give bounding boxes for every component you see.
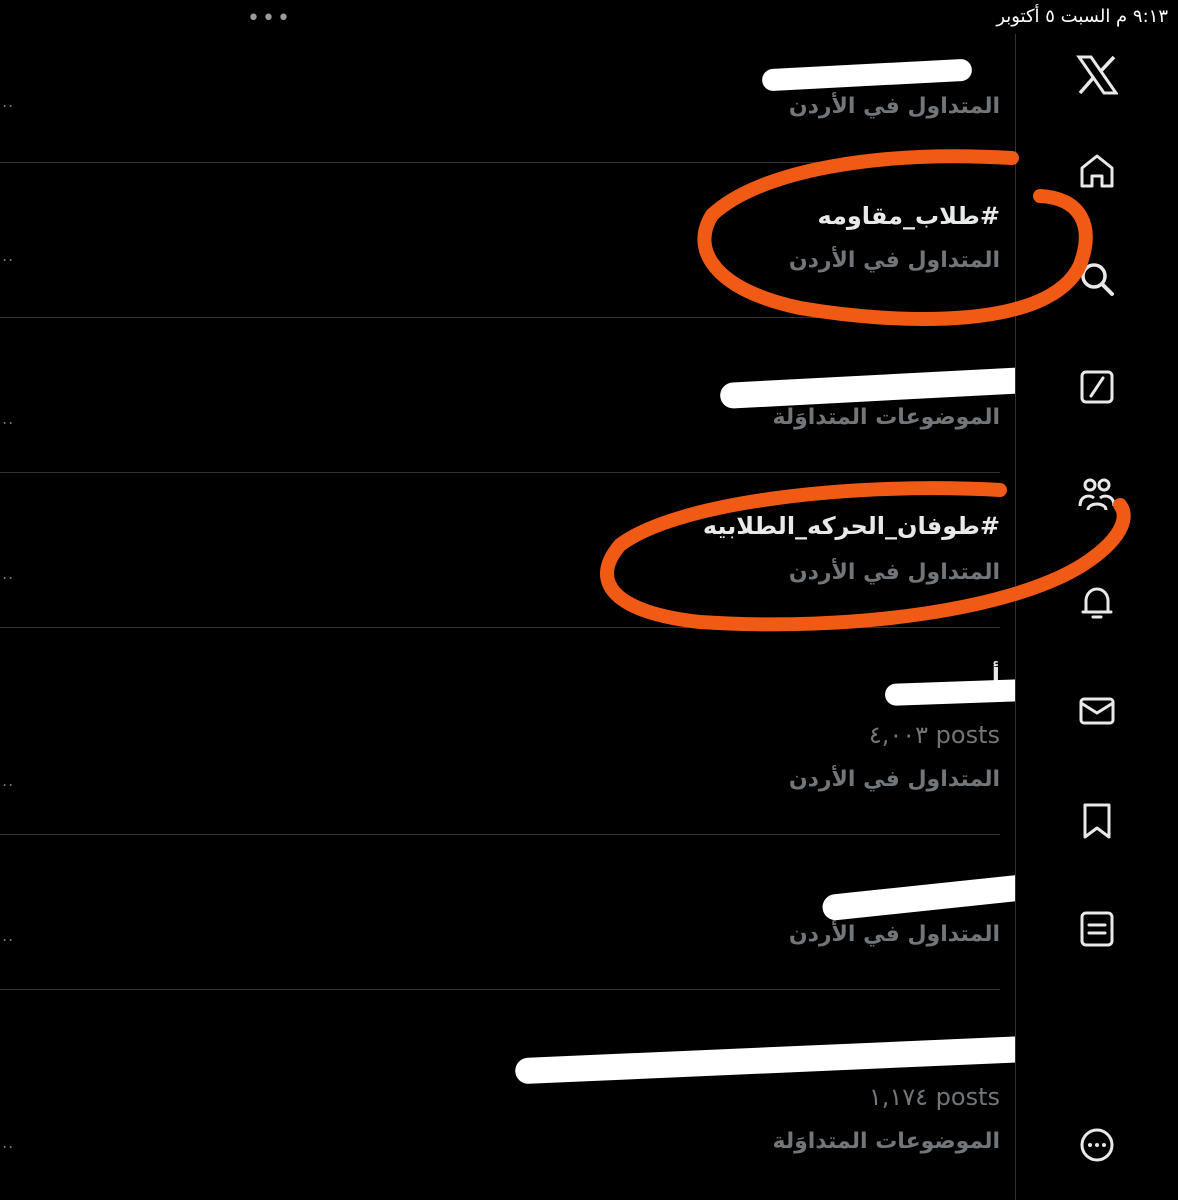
more-options-icon[interactable]: ... xyxy=(0,926,14,945)
compose-icon[interactable] xyxy=(1076,366,1118,408)
status-time-date: ٩:١٣ م السبت ٥ أكتوبر xyxy=(996,6,1168,27)
trend-item[interactable]: #طلاب_مقاومه المتداول في الأردن ... xyxy=(0,162,1000,318)
trends-feed: المتداول في الأردن ... #طلاب_مقاومه المت… xyxy=(0,34,1056,1200)
trend-item[interactable]: المتداول في الأردن ... xyxy=(0,834,1043,990)
trend-meta: المتداول في الأردن xyxy=(788,922,1000,947)
trend-item[interactable]: ١,١٧٤ posts الموضوعات المتداوَلة ... xyxy=(0,989,1036,1200)
bookmarks-icon[interactable] xyxy=(1076,800,1118,842)
trend-item[interactable]: المتداول في الأردن ... xyxy=(0,34,1000,163)
trend-title: #طوفان_الحركه_الطلابيه xyxy=(702,512,1000,540)
trend-item[interactable]: الموضوعات المتداوَلة ... xyxy=(0,317,1031,473)
trend-title: #طلاب_مقاومه xyxy=(817,202,1000,230)
trend-post-count: ٤,٠٠٣ posts xyxy=(868,721,1000,749)
messages-icon[interactable] xyxy=(1076,690,1118,732)
redaction-scribble xyxy=(821,872,1043,922)
trend-item[interactable]: #طوفان_الحركه_الطلابيه المتداول في الأرد… xyxy=(0,472,1000,628)
trend-meta: الموضوعات المتداوَلة xyxy=(772,1129,1000,1154)
more-options-icon[interactable]: ... xyxy=(0,246,14,265)
nav-rail xyxy=(1015,34,1178,1200)
trend-meta: المتداول في الأردن xyxy=(788,767,1000,792)
more-options-icon[interactable]: ... xyxy=(0,1133,14,1152)
more-icon[interactable] xyxy=(1076,1124,1118,1166)
x-logo-icon[interactable] xyxy=(1076,54,1118,96)
trend-post-count: ١,١٧٤ posts xyxy=(868,1083,1000,1111)
trend-meta: الموضوعات المتداوَلة xyxy=(772,405,1000,430)
more-options-icon[interactable]: ... xyxy=(0,771,14,790)
more-options-icon[interactable]: ... xyxy=(0,564,14,583)
redaction-scribble xyxy=(719,366,1031,410)
search-icon[interactable] xyxy=(1076,258,1118,300)
trend-meta: المتداول في الأردن xyxy=(788,94,1000,119)
home-icon[interactable] xyxy=(1076,150,1118,192)
status-bar: ••• ٩:١٣ م السبت ٥ أكتوبر xyxy=(0,0,1178,34)
multitask-dots[interactable]: ••• xyxy=(247,6,292,31)
more-options-icon[interactable]: ... xyxy=(0,409,14,428)
redaction-scribble xyxy=(514,1035,1036,1085)
lists-icon[interactable] xyxy=(1076,908,1118,950)
redaction-scribble xyxy=(761,58,973,92)
notifications-icon[interactable] xyxy=(1076,582,1118,624)
communities-icon[interactable] xyxy=(1076,474,1118,516)
more-options-icon[interactable]: ... xyxy=(0,92,14,111)
trend-item[interactable]: أ ٤,٠٠٣ posts المتداول في الأردن ... xyxy=(0,627,1056,835)
trend-meta: المتداول في الأردن xyxy=(788,248,1000,273)
trend-meta: المتداول في الأردن xyxy=(788,560,1000,585)
